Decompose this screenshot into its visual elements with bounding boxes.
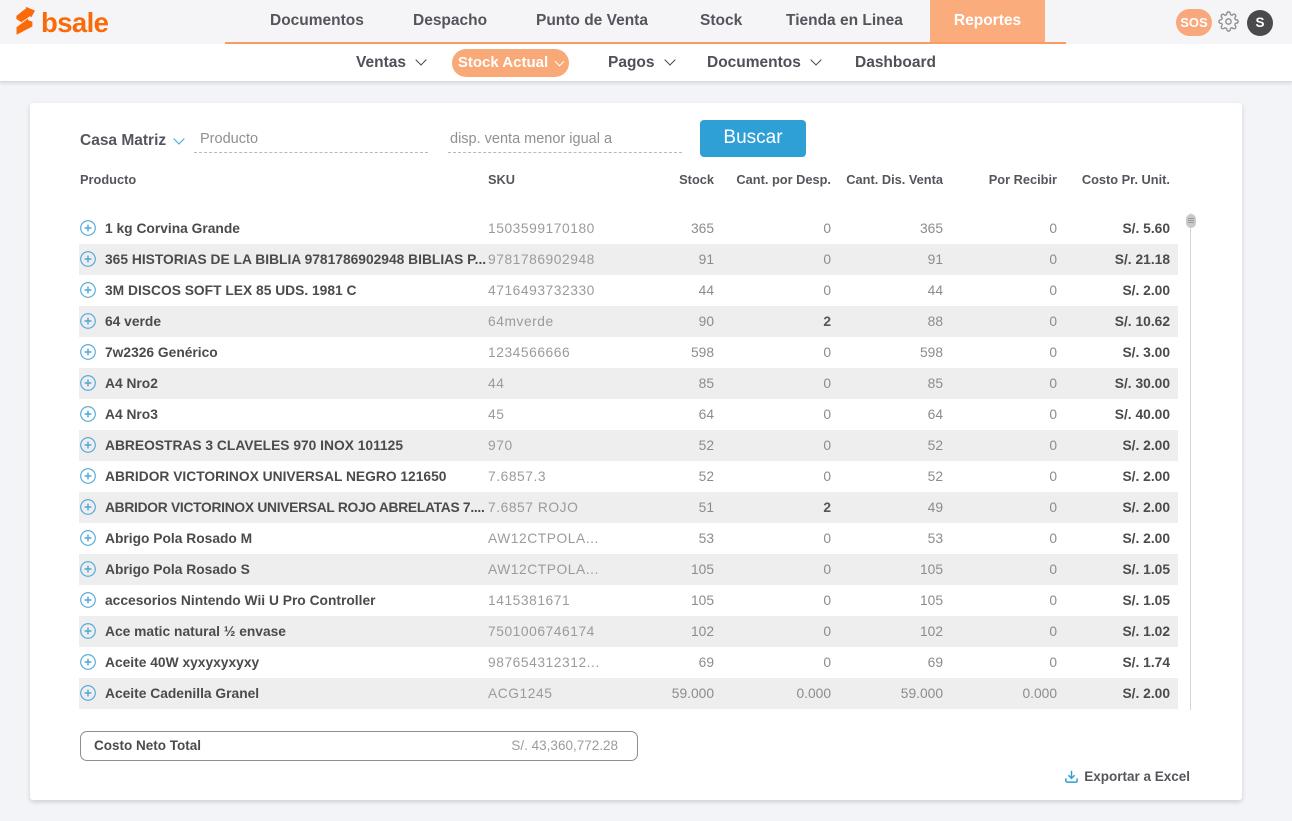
svg-text:bsale: bsale	[41, 7, 109, 38]
